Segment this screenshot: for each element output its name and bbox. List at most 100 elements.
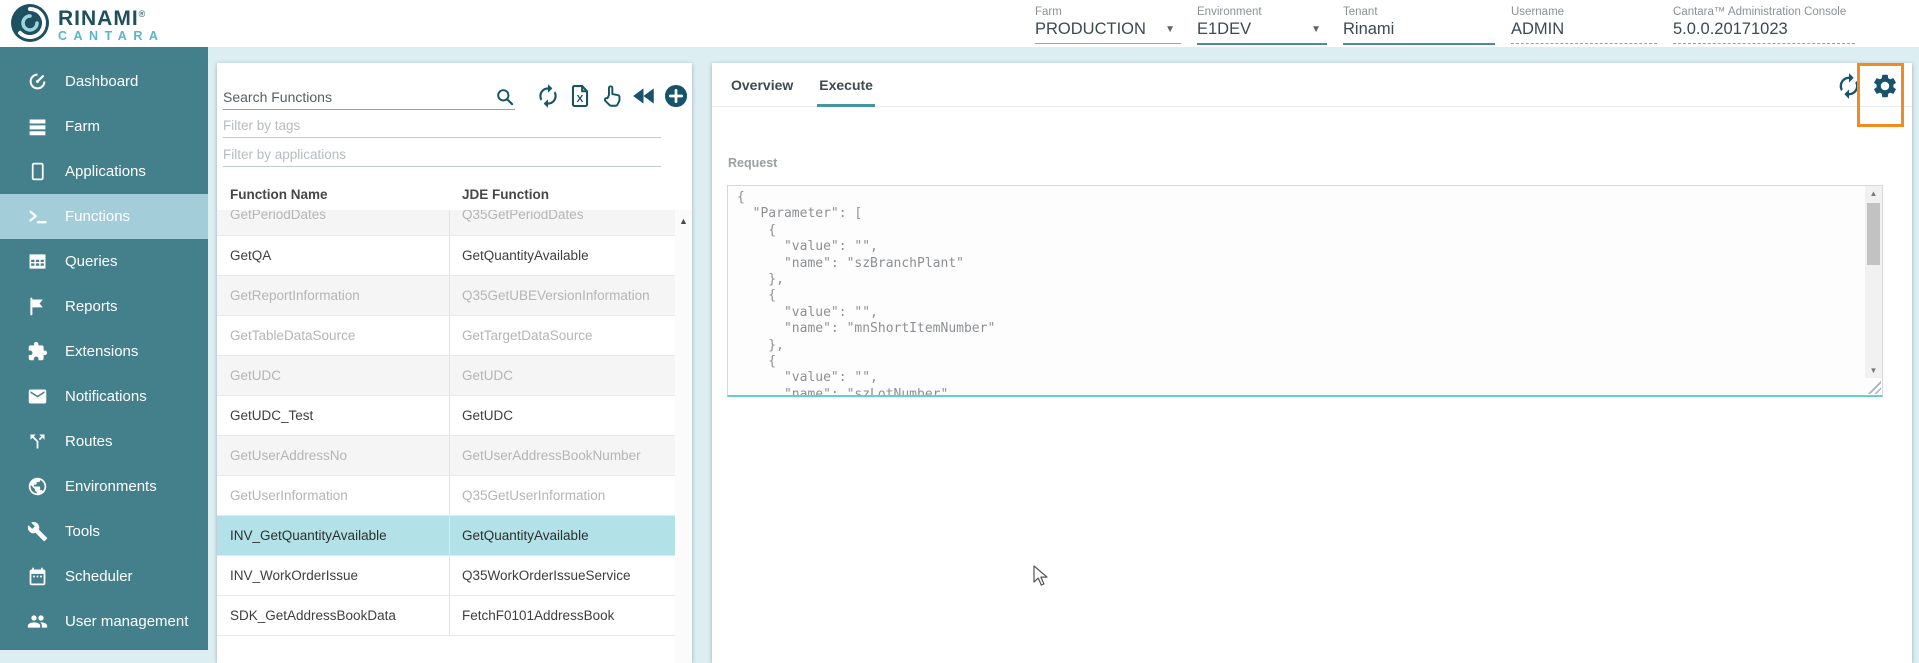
sidebar-item-applications[interactable]: Applications xyxy=(0,149,208,194)
jde-function-cell: FetchF0101AddressBook xyxy=(450,596,675,635)
filter-applications-input[interactable] xyxy=(223,142,661,166)
jde-function-cell: GetQuantityAvailable xyxy=(450,516,675,555)
sidebar-item-label: Queries xyxy=(65,253,118,270)
username-value: ADMIN xyxy=(1511,20,1657,44)
jde-function-cell: GetQuantityAvailable xyxy=(450,236,675,275)
function-name-cell: GetQA xyxy=(217,236,450,275)
farm-icon xyxy=(27,116,48,137)
header-field-environment: Environment E1DEV▼ xyxy=(1197,6,1327,45)
table-row-inv-getquantityavailable[interactable]: INV_GetQuantityAvailableGetQuantityAvail… xyxy=(217,516,675,556)
sidebar-nav: Dashboard Farm Applications Functions Querie… xyxy=(0,47,208,650)
search-functions-input[interactable] xyxy=(223,85,495,109)
function-name-cell: GetUserAddressNo xyxy=(217,436,450,475)
tools-icon xyxy=(27,521,48,542)
sidebar-item-queries[interactable]: Queries xyxy=(0,239,208,284)
sidebar-item-dashboard[interactable]: Dashboard xyxy=(0,59,208,104)
field-value: E1DEV xyxy=(1197,20,1251,39)
registered-mark: ® xyxy=(139,9,147,19)
sidebar-item-environments[interactable]: Environments xyxy=(0,464,208,509)
sidebar-item-functions[interactable]: Functions xyxy=(0,194,208,239)
editor-scrollbar[interactable]: ▲ ▼ xyxy=(1865,186,1882,378)
function-name-cell: GetReportInformation xyxy=(217,276,450,315)
tab-overview[interactable]: Overview xyxy=(729,63,795,106)
functions-list-scrollbar[interactable]: ▲ xyxy=(675,210,692,663)
field-label: Tenant xyxy=(1343,6,1495,18)
table-row-getqa[interactable]: GetQAGetQuantityAvailable xyxy=(217,236,675,276)
tab-execute[interactable]: Execute xyxy=(817,63,875,106)
sidebar-item-label: Functions xyxy=(65,208,130,225)
detail-tabs: Overview Execute xyxy=(712,63,1912,107)
sidebar-item-notifications[interactable]: Notifications xyxy=(0,374,208,419)
filter-tags-input[interactable] xyxy=(223,113,661,137)
sidebar-item-routes[interactable]: Routes xyxy=(0,419,208,464)
table-row-inv-workorderissue[interactable]: INV_WorkOrderIssueQ35WorkOrderIssueServi… xyxy=(217,556,675,596)
table-row-gettabledatasource[interactable]: GetTableDataSourceGetTargetDataSource xyxy=(217,316,675,356)
sidebar-item-label: Dashboard xyxy=(65,73,138,90)
sidebar-item-label: Applications xyxy=(65,163,146,180)
field-label: Cantara™ Administration Console xyxy=(1673,6,1855,18)
editor-scrollbar-thumb[interactable] xyxy=(1867,203,1880,265)
field-value: 5.0.0.20171023 xyxy=(1673,20,1788,39)
function-name-cell: GetPeriodDates xyxy=(217,210,450,235)
request-json-editor[interactable]: { "Parameter": [ { "value": "", "name": … xyxy=(727,185,1883,397)
request-json-content[interactable]: { "Parameter": [ { "value": "", "name": … xyxy=(728,186,1882,395)
refresh-icon[interactable] xyxy=(1835,72,1863,100)
function-name-cell: GetTableDataSource xyxy=(217,316,450,355)
sidebar-item-label: Notifications xyxy=(65,388,147,405)
sidebar-item-label: User management xyxy=(65,613,188,630)
app-logo: RINAMI® CANTARA xyxy=(10,3,164,43)
column-header-function-name: Function Name xyxy=(230,187,328,202)
table-row-getudc-test[interactable]: GetUDC_TestGetUDC xyxy=(217,396,675,436)
extensions-icon xyxy=(27,341,48,362)
sidebar-item-extensions[interactable]: Extensions xyxy=(0,329,208,374)
table-row-getreportinformation[interactable]: GetReportInformationQ35GetUBEVersionInfo… xyxy=(217,276,675,316)
header-fields: FarmPRODUCTION▼ Environment E1DEV▼ Tenant Ri… xyxy=(1035,6,1855,45)
header-field-tenant: Tenant Rinami xyxy=(1343,6,1495,45)
sidebar-item-tools[interactable]: Tools xyxy=(0,509,208,554)
cantara-administration-console-value: 5.0.0.20171023 xyxy=(1673,20,1855,44)
table-row-sdk-getaddressbookdata[interactable]: SDK_GetAddressBookDataFetchF0101AddressB… xyxy=(217,596,675,636)
excel-export-icon[interactable]: X xyxy=(567,83,593,109)
sidebar-item-reports[interactable]: Reports xyxy=(0,284,208,329)
sidebar-item-label: Reports xyxy=(65,298,118,315)
environments-icon xyxy=(27,476,48,497)
table-row-getudc[interactable]: GetUDCGetUDC xyxy=(217,356,675,396)
field-label: Environment xyxy=(1197,6,1327,18)
scroll-up-button[interactable]: ▲ xyxy=(675,210,692,226)
top-header-bar: RINAMI® CANTARA FarmPRODUCTION▼ Environme… xyxy=(0,0,1919,47)
function-name-cell: INV_GetQuantityAvailable xyxy=(217,516,450,555)
settings-gear-icon[interactable] xyxy=(1871,72,1899,100)
dashboard-icon xyxy=(27,71,48,92)
header-field-farm: FarmPRODUCTION▼ xyxy=(1035,6,1181,45)
reports-icon xyxy=(27,296,48,317)
column-header-jde-function: JDE Function xyxy=(462,187,549,202)
editor-scroll-down-button[interactable]: ▼ xyxy=(1865,363,1882,378)
rewind-icon[interactable] xyxy=(631,83,657,109)
field-value: Rinami xyxy=(1343,20,1394,39)
add-icon[interactable] xyxy=(663,83,689,109)
sidebar-item-label: Scheduler xyxy=(65,568,133,585)
tenant-input[interactable]: Rinami xyxy=(1343,20,1495,45)
refresh-icon[interactable] xyxy=(535,83,561,109)
sidebar-item-label: Routes xyxy=(65,433,113,450)
jde-function-cell: Q35GetUserInformation xyxy=(450,476,675,515)
search-icon[interactable] xyxy=(495,87,515,107)
sidebar-item-farm[interactable]: Farm xyxy=(0,104,208,149)
table-row-getperioddates[interactable]: GetPeriodDatesQ35GetPeriodDates xyxy=(217,210,675,236)
sidebar-item-label: Farm xyxy=(65,118,100,135)
jde-function-cell: GetUserAddressBookNumber xyxy=(450,436,675,475)
field-value: ADMIN xyxy=(1511,20,1564,39)
farm-select[interactable]: PRODUCTION▼ xyxy=(1035,20,1181,44)
jde-function-cell: GetTargetDataSource xyxy=(450,316,675,355)
editor-scroll-up-button[interactable]: ▲ xyxy=(1865,186,1882,201)
sidebar-item-user-management[interactable]: User management xyxy=(0,599,208,644)
filter-applications-field xyxy=(223,142,661,167)
environment-select[interactable]: E1DEV▼ xyxy=(1197,20,1327,45)
sidebar-item-scheduler[interactable]: Scheduler xyxy=(0,554,208,599)
jde-function-cell: Q35GetPeriodDates xyxy=(450,210,675,235)
sidebar-item-label: Extensions xyxy=(65,343,138,360)
table-row-getuserinformation[interactable]: GetUserInformationQ35GetUserInformation xyxy=(217,476,675,516)
hand-pointer-icon[interactable] xyxy=(599,83,625,109)
table-row-getuseraddressno[interactable]: GetUserAddressNoGetUserAddressBookNumber xyxy=(217,436,675,476)
functions-icon xyxy=(27,206,48,227)
